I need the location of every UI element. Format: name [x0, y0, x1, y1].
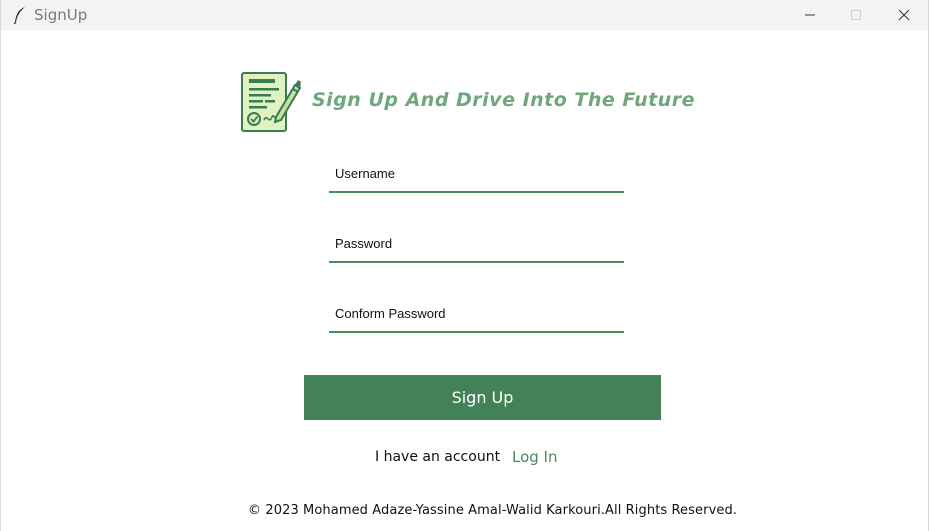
account-prompt: I have an account: [375, 449, 501, 465]
maximize-button[interactable]: [833, 0, 879, 30]
username-underline: [329, 191, 624, 193]
confirm-password-label: Conform Password: [335, 306, 446, 321]
window-title: SignUp: [34, 6, 88, 24]
username-field[interactable]: Username: [329, 165, 624, 193]
title-bar[interactable]: SignUp: [1, 0, 928, 30]
page-heading: Sign Up And Drive Into The Future: [312, 89, 695, 111]
password-field[interactable]: Password: [329, 235, 624, 263]
close-icon: [898, 9, 910, 21]
minimize-button[interactable]: [787, 0, 833, 30]
confirm-password-underline: [329, 331, 624, 333]
log-in-link[interactable]: Log In: [512, 448, 558, 466]
password-underline: [329, 261, 624, 263]
close-button[interactable]: [881, 0, 927, 30]
username-label: Username: [335, 166, 395, 181]
confirm-password-field[interactable]: Conform Password: [329, 305, 624, 333]
signed-document-pen-icon: [240, 71, 302, 133]
minimize-icon: [805, 14, 815, 16]
sign-up-button[interactable]: Sign Up: [304, 375, 661, 420]
feather-icon: [13, 6, 27, 25]
maximize-icon: [851, 10, 861, 20]
password-label: Password: [335, 236, 393, 251]
signup-window: SignUp Sign Up And Drive Into The Future…: [0, 0, 929, 531]
copyright-footer: © 2023 Mohamed Adaze-Yassine Amal-Walid …: [248, 503, 738, 518]
